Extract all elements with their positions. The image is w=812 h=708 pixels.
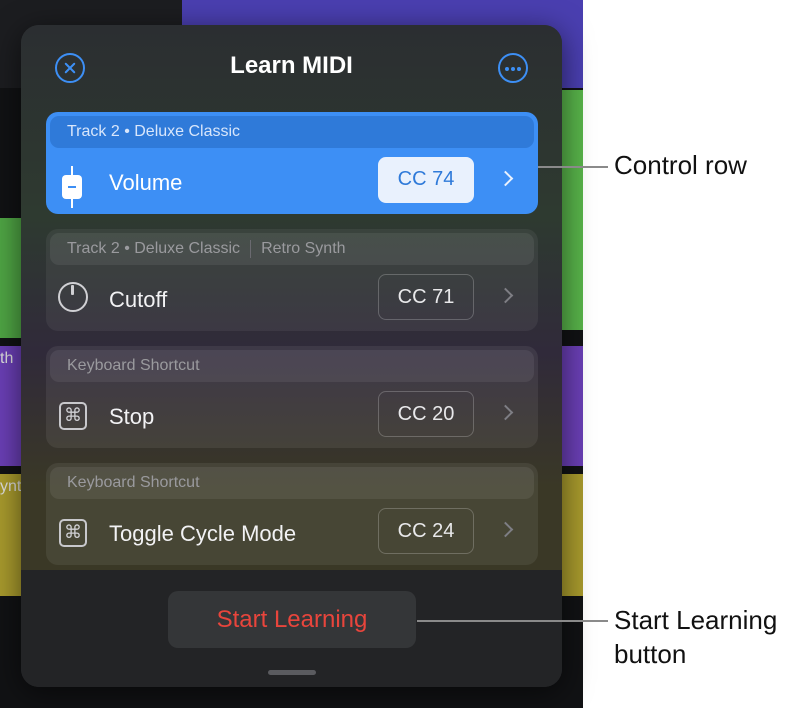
control-row-header: Keyboard Shortcut [50,350,534,382]
command-icon: ⌘ [59,517,89,547]
chevron-right-icon[interactable] [497,521,514,538]
background-track-label: ynt [0,478,22,495]
control-row-header: Track 2 • Deluxe Classic [50,116,534,148]
control-row-label: Toggle Cycle Mode [109,521,297,546]
fader-icon [61,166,83,208]
chevron-right-icon[interactable] [497,170,514,187]
cc-assignment-button[interactable]: CC 24 [378,508,474,554]
start-learning-button[interactable]: Start Learning [168,591,416,648]
learn-midi-popover: Learn MIDI Track 2 • Deluxe Classic Volu… [21,25,562,687]
cc-assignment-button[interactable]: CC 20 [378,391,474,437]
track-region [0,218,22,338]
more-icon[interactable] [498,53,528,83]
popover-title: Learn MIDI [230,52,353,79]
control-row-volume[interactable]: Track 2 • Deluxe Classic Volume CC 74 [46,112,538,214]
command-icon: ⌘ [59,400,89,430]
sheet-grabber[interactable] [268,670,316,675]
callout-start-learning: Start Learning button [614,605,778,669]
callout-line [417,620,608,622]
callout-control-row: Control row [614,150,747,180]
chevron-right-icon[interactable] [497,404,514,421]
control-row-stop[interactable]: Keyboard Shortcut ⌘ Stop CC 20 [46,346,538,448]
knob-icon [58,282,91,313]
background-track-label: th [0,350,14,367]
control-row-label: Stop [109,404,155,429]
callout-line [538,166,608,168]
control-row-header: Track 2 • Deluxe Classic Retro Synth [50,233,534,265]
cc-assignment-button[interactable]: CC 71 [378,274,474,320]
control-row-header: Keyboard Shortcut [50,467,534,499]
control-row-cutoff[interactable]: Track 2 • Deluxe Classic Retro Synth Cuto… [46,229,538,331]
chevron-right-icon[interactable] [497,287,514,304]
control-row-label: Volume [109,170,183,195]
cc-assignment-button[interactable]: CC 74 [378,157,474,203]
control-row-toggle-cycle-mode[interactable]: Keyboard Shortcut ⌘ Toggle Cycle Mode CC… [46,463,538,565]
control-row-label: Cutoff [109,287,168,312]
